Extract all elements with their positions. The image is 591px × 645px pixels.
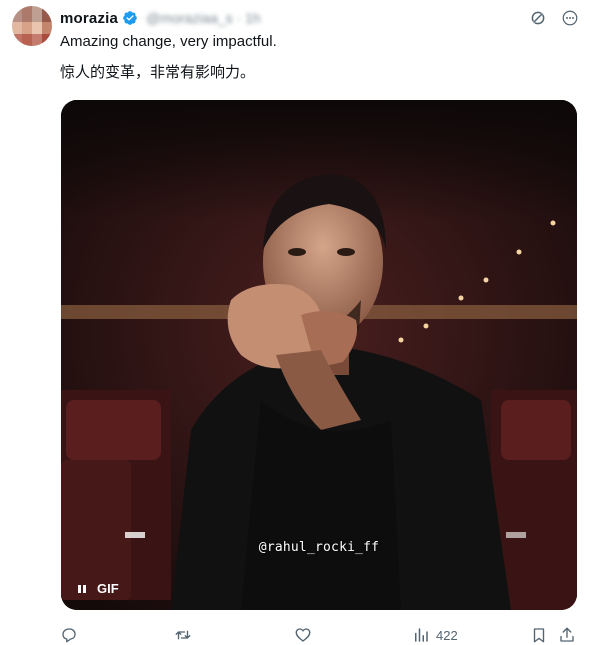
reply-button[interactable] (60, 626, 78, 644)
gif-controls: GIF (77, 581, 119, 596)
tweet-text-english: Amazing change, very impactful. (60, 33, 277, 50)
gif-watermark: @rahul_rocki_ff (258, 540, 380, 555)
tweet-action-bar: 422 (60, 625, 579, 645)
verified-badge-icon (123, 11, 137, 25)
tweet-text-chinese: 惊人的变革，非常有影响力。 (60, 64, 256, 81)
gif-media[interactable]: @rahul_rocki_ff GIF (61, 100, 577, 610)
views-count: 422 (436, 627, 458, 643)
heart-icon (295, 628, 311, 642)
grok-icon[interactable] (529, 9, 547, 27)
avatar[interactable] (12, 6, 52, 46)
gif-frame-image (61, 100, 577, 610)
user-handle[interactable]: @moraziaa_s · 1h (146, 10, 261, 26)
bookmark-icon (533, 628, 545, 643)
repost-icon (175, 630, 191, 640)
header-actions (529, 9, 579, 27)
analytics-icon (415, 628, 428, 642)
more-options-icon[interactable] (561, 9, 579, 27)
tweet-header: morazia @moraziaa_s · 1h (60, 7, 261, 29)
reply-icon (62, 628, 76, 643)
tweet-card[interactable]: morazia @moraziaa_s · 1h Amazing change,… (0, 0, 591, 645)
repost-button[interactable] (174, 626, 192, 644)
like-button[interactable] (294, 626, 312, 644)
display-name[interactable]: morazia (60, 10, 118, 27)
share-icon (560, 627, 574, 642)
bookmark-button[interactable] (530, 626, 548, 644)
gif-badge: GIF (97, 581, 119, 596)
pause-icon[interactable] (77, 583, 87, 595)
views-button[interactable]: 422 (412, 626, 458, 644)
share-button[interactable] (558, 626, 576, 644)
